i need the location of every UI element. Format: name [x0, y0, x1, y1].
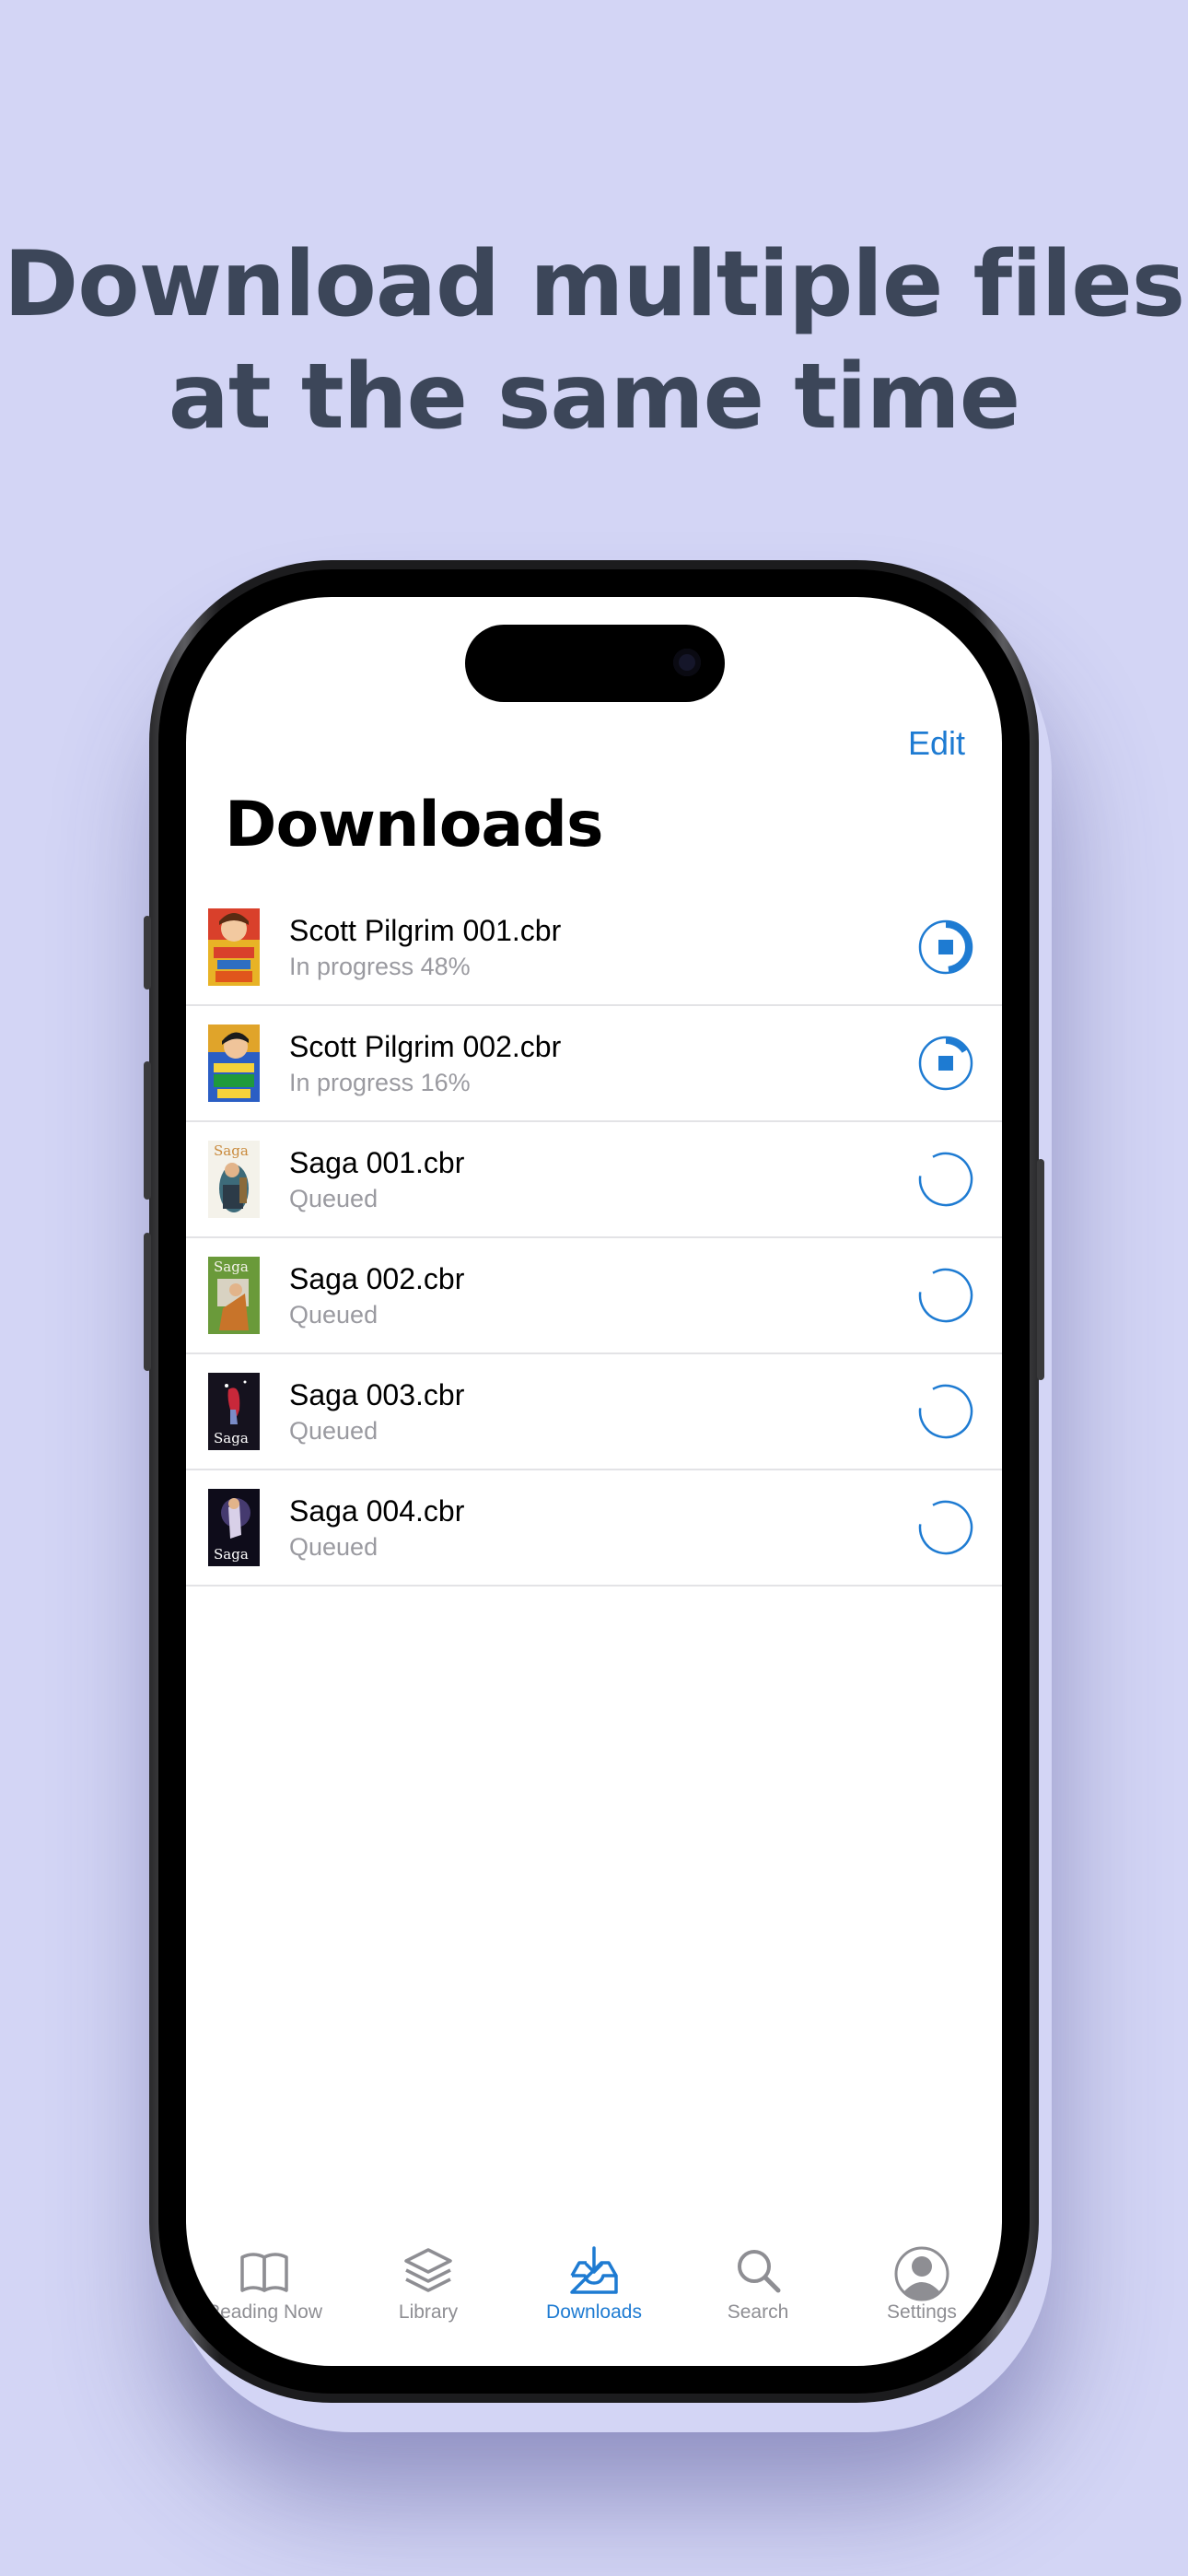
file-name: Saga 004.cbr: [289, 1494, 465, 1528]
queued-progress-icon[interactable]: [917, 1499, 974, 1556]
file-name: Saga 001.cbr: [289, 1146, 465, 1179]
download-row[interactable]: Scott Pilgrim 001.cbr In progress 48%: [186, 890, 1002, 1006]
volume-down-button: [144, 1233, 151, 1371]
app-screen: Edit Downloads Scott Pilgrim 001.cbr In …: [186, 597, 1002, 2366]
page-title: Downloads: [225, 789, 603, 861]
layers-icon: [404, 2248, 452, 2292]
tray-download-icon: [570, 2246, 618, 2294]
download-status: In progress 16%: [289, 1069, 471, 1096]
queued-progress-icon[interactable]: [917, 1267, 974, 1324]
saga-logo: Saga: [214, 1142, 249, 1159]
tab-reading-now[interactable]: Reading Now: [191, 2246, 338, 2348]
tab-label: Settings: [887, 2301, 957, 2323]
power-button: [1037, 1159, 1044, 1380]
volume-up-button: [144, 1061, 151, 1200]
file-name: Scott Pilgrim 002.cbr: [289, 1030, 562, 1063]
download-row[interactable]: Saga Saga 003.cbr Queued: [186, 1354, 1002, 1470]
edit-button[interactable]: Edit: [908, 724, 965, 763]
downloads-list: Scott Pilgrim 001.cbr In progress 48% Sc…: [186, 890, 1002, 1587]
headline-line-1: Download multiple files: [3, 232, 1185, 337]
tab-bar: Reading Now Library Downloads Search Set…: [186, 2246, 1002, 2366]
silent-switch: [144, 916, 151, 989]
download-status: Queued: [289, 1533, 379, 1561]
saga-logo: Saga: [214, 1430, 249, 1446]
saga-logo: Saga: [214, 1546, 249, 1563]
book-icon: [240, 2253, 288, 2292]
cover-thumbnail: Saga: [208, 1257, 260, 1334]
cover-thumbnail: Saga: [208, 1489, 260, 1566]
cover-thumbnail: Saga: [208, 1373, 260, 1450]
download-row[interactable]: Saga Saga 004.cbr Queued: [186, 1470, 1002, 1587]
download-row[interactable]: Saga Saga 001.cbr Queued: [186, 1122, 1002, 1238]
saga-logo: Saga: [214, 1259, 249, 1275]
tab-library[interactable]: Library: [355, 2246, 502, 2348]
dynamic-island: [465, 625, 725, 702]
phone-frame: Edit Downloads Scott Pilgrim 001.cbr In …: [144, 560, 1044, 2403]
download-status: Queued: [289, 1301, 379, 1329]
tab-downloads[interactable]: Downloads: [520, 2246, 668, 2348]
headline: Download multiple files at the same time: [0, 228, 1188, 453]
progress-stop-icon[interactable]: [917, 919, 974, 976]
search-icon: [738, 2250, 781, 2293]
tab-label: Downloads: [546, 2301, 642, 2323]
progress-stop-icon[interactable]: [917, 1035, 974, 1092]
download-status: Queued: [289, 1185, 379, 1212]
cover-thumbnail: Saga: [208, 1141, 260, 1218]
queued-progress-icon[interactable]: [917, 1151, 974, 1208]
cover-thumbnail: [208, 1025, 260, 1102]
tab-search[interactable]: Search: [684, 2246, 832, 2348]
download-row[interactable]: Saga Saga 002.cbr Queued: [186, 1238, 1002, 1354]
headline-line-2: at the same time: [168, 345, 1020, 450]
tab-label: Reading Now: [205, 2301, 323, 2323]
tab-label: Search: [727, 2301, 789, 2323]
file-name: Scott Pilgrim 001.cbr: [289, 914, 562, 947]
tab-label: Library: [398, 2301, 459, 2323]
tab-settings[interactable]: Settings: [848, 2246, 996, 2348]
download-status: In progress 48%: [289, 953, 471, 980]
download-row[interactable]: Scott Pilgrim 002.cbr In progress 16%: [186, 1006, 1002, 1122]
file-name: Saga 002.cbr: [289, 1262, 465, 1295]
cover-thumbnail: [208, 908, 260, 986]
camera-icon: [673, 649, 701, 676]
queued-progress-icon[interactable]: [917, 1383, 974, 1440]
download-status: Queued: [289, 1417, 379, 1445]
file-name: Saga 003.cbr: [289, 1378, 465, 1411]
person-icon: [894, 2246, 949, 2301]
